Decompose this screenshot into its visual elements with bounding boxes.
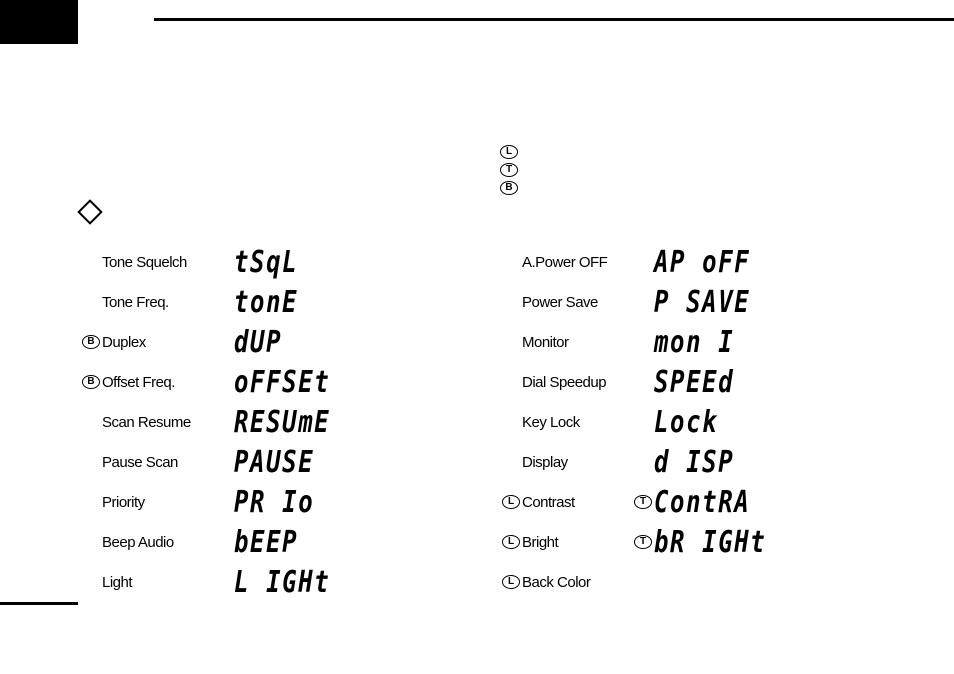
menu-label: Back Color xyxy=(522,574,632,591)
menu-col-right: A.Power OFFAP oFFPower SaveP SAVEMonitor… xyxy=(500,242,794,602)
menu-row: BDuplex dUP xyxy=(80,322,354,362)
menu-row: A.Power OFF AP oFF xyxy=(500,242,794,282)
badge-b-icon: B xyxy=(500,181,518,195)
badge-l-icon: L xyxy=(502,535,520,549)
seg-display: PR Io xyxy=(234,485,314,520)
menu-label: Scan Resume xyxy=(102,414,212,431)
menu-label: Priority xyxy=(102,494,212,511)
menu-label: Display xyxy=(522,454,632,471)
badge-slot: B xyxy=(80,375,102,389)
seg-display: PAUSE xyxy=(234,445,314,480)
menu-label: Light xyxy=(102,574,212,591)
menu-row: Power Save P SAVE xyxy=(500,282,794,322)
seg-display: mon I xyxy=(654,325,734,360)
menu-label: Pause Scan xyxy=(102,454,212,471)
menu-label: Tone Squelch xyxy=(102,254,212,271)
legend: LTB xyxy=(500,143,518,197)
menu-row: Priority PR Io xyxy=(80,482,354,522)
menu-label: Tone Freq. xyxy=(102,294,212,311)
menu-label: A.Power OFF xyxy=(522,254,632,271)
menu-label: Key Lock xyxy=(522,414,632,431)
section-diamond-icon xyxy=(77,199,102,224)
menu-row: Monitor mon I xyxy=(500,322,794,362)
menu-row: LBrightTbR IGHt xyxy=(500,522,794,562)
badge-l-icon: L xyxy=(500,145,518,159)
seg-display: d ISP xyxy=(654,445,734,480)
badge-l-icon: L xyxy=(502,495,520,509)
seg-display: Lock xyxy=(654,405,718,440)
menu-label: Monitor xyxy=(522,334,632,351)
menu-row: Dial Speedup SPEEd xyxy=(500,362,794,402)
badge-b-icon: B xyxy=(82,375,100,389)
seg-display: dUP xyxy=(234,325,282,360)
badge-b-icon: B xyxy=(82,335,100,349)
seg-display: bR IGHt xyxy=(654,525,766,560)
seg-display: L IGHt xyxy=(234,565,330,600)
legend-row: B xyxy=(500,179,518,197)
page-tab xyxy=(0,0,78,44)
seg-display: P SAVE xyxy=(654,285,750,320)
seg-display: AP oFF xyxy=(654,245,750,280)
seg-display: oFFSEt xyxy=(234,365,330,400)
badge-t-icon: T xyxy=(634,535,652,549)
menu-row: Pause Scan PAUSE xyxy=(80,442,354,482)
menu-label: Power Save xyxy=(522,294,632,311)
badge-slot: B xyxy=(80,335,102,349)
menu-row: Display d ISP xyxy=(500,442,794,482)
seg-display: RESUmE xyxy=(234,405,330,440)
menu-row: Scan Resume RESUmE xyxy=(80,402,354,442)
seg-display: bEEP xyxy=(234,525,298,560)
menu-row: Key Lock Lock xyxy=(500,402,794,442)
menu-row: Tone Freq. tonE xyxy=(80,282,354,322)
menu-row: LContrastTContRA xyxy=(500,482,794,522)
top-rule xyxy=(154,18,954,21)
menu-row: Beep Audio bEEP xyxy=(80,522,354,562)
seg-display: tonE xyxy=(234,285,298,320)
menu-label: Dial Speedup xyxy=(522,374,632,391)
menu-label: Duplex xyxy=(102,334,212,351)
badge-t-icon: T xyxy=(634,495,652,509)
pre-slot: T xyxy=(632,535,654,549)
badge-slot: L xyxy=(500,535,522,549)
badge-t-icon: T xyxy=(500,163,518,177)
menu-row: Tone Squelch tSqL xyxy=(80,242,354,282)
menu-label: Bright xyxy=(522,534,632,551)
seg-display: ContRA xyxy=(654,485,750,520)
badge-slot: L xyxy=(500,575,522,589)
legend-row: L xyxy=(500,143,518,161)
menu-row: Light L IGHt xyxy=(80,562,354,602)
seg-display: tSqL xyxy=(234,245,298,280)
menu-label: Beep Audio xyxy=(102,534,212,551)
pre-slot: T xyxy=(632,495,654,509)
bottom-rule xyxy=(0,602,78,605)
seg-display: SPEEd xyxy=(654,365,734,400)
badge-l-icon: L xyxy=(502,575,520,589)
badge-slot: L xyxy=(500,495,522,509)
menu-label: Offset Freq. xyxy=(102,374,212,391)
menu-col-left: Tone SquelchtSqLTone Freq.tonEBDuplexdUP… xyxy=(80,242,354,602)
menu-row: LBack Color xyxy=(500,562,794,602)
legend-row: T xyxy=(500,161,518,179)
menu-row: BOffset Freq. oFFSEt xyxy=(80,362,354,402)
menu-label: Contrast xyxy=(522,494,632,511)
